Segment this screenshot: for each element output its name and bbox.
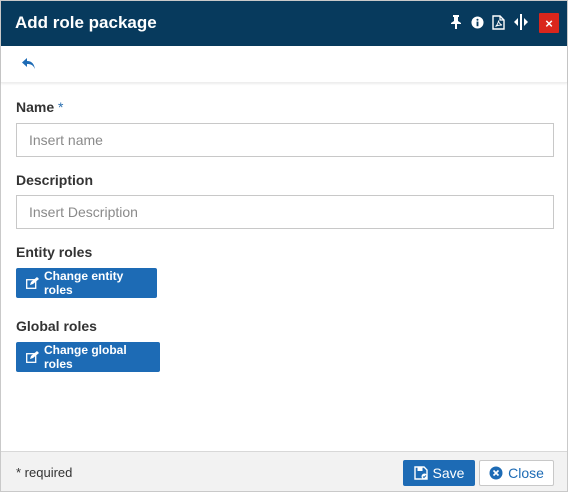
pdf-icon[interactable] xyxy=(490,13,506,31)
change-global-roles-label: Change global roles xyxy=(44,343,127,371)
back-arrow-icon[interactable] xyxy=(21,57,39,71)
change-global-roles-button[interactable]: Change global roles xyxy=(16,342,160,372)
close-icon[interactable]: × xyxy=(539,13,559,33)
save-label: Save xyxy=(432,465,465,481)
name-label-text: Name xyxy=(16,99,55,115)
add-role-package-dialog: Add role package × Name * Description En… xyxy=(0,0,568,492)
name-label: Name * xyxy=(16,99,63,115)
dialog-toolbar xyxy=(1,46,567,83)
close-circle-icon xyxy=(489,466,503,480)
description-input[interactable] xyxy=(16,195,554,229)
name-input[interactable] xyxy=(16,123,554,157)
change-entity-roles-button[interactable]: Change entity roles xyxy=(16,268,157,298)
close-label: Close xyxy=(508,465,544,481)
close-button[interactable]: Close xyxy=(479,460,554,486)
required-note: * required xyxy=(16,465,73,480)
save-button[interactable]: Save xyxy=(403,460,475,486)
dialog-header: Add role package × xyxy=(1,1,567,46)
pin-icon[interactable] xyxy=(448,13,464,31)
global-roles-label: Global roles xyxy=(16,318,97,334)
required-mark: * xyxy=(58,99,64,115)
edit-icon xyxy=(26,277,39,289)
entity-roles-label: Entity roles xyxy=(16,244,93,260)
change-entity-roles-label: Change entity roles xyxy=(44,269,124,297)
description-label: Description xyxy=(16,172,94,188)
dialog-footer: * required Save Close xyxy=(1,451,567,491)
resize-icon[interactable] xyxy=(513,13,529,31)
info-icon[interactable] xyxy=(469,13,485,31)
dialog-title: Add role package xyxy=(15,13,157,32)
close-glyph: × xyxy=(545,15,553,31)
edit-icon xyxy=(26,351,39,363)
save-icon xyxy=(413,466,428,480)
